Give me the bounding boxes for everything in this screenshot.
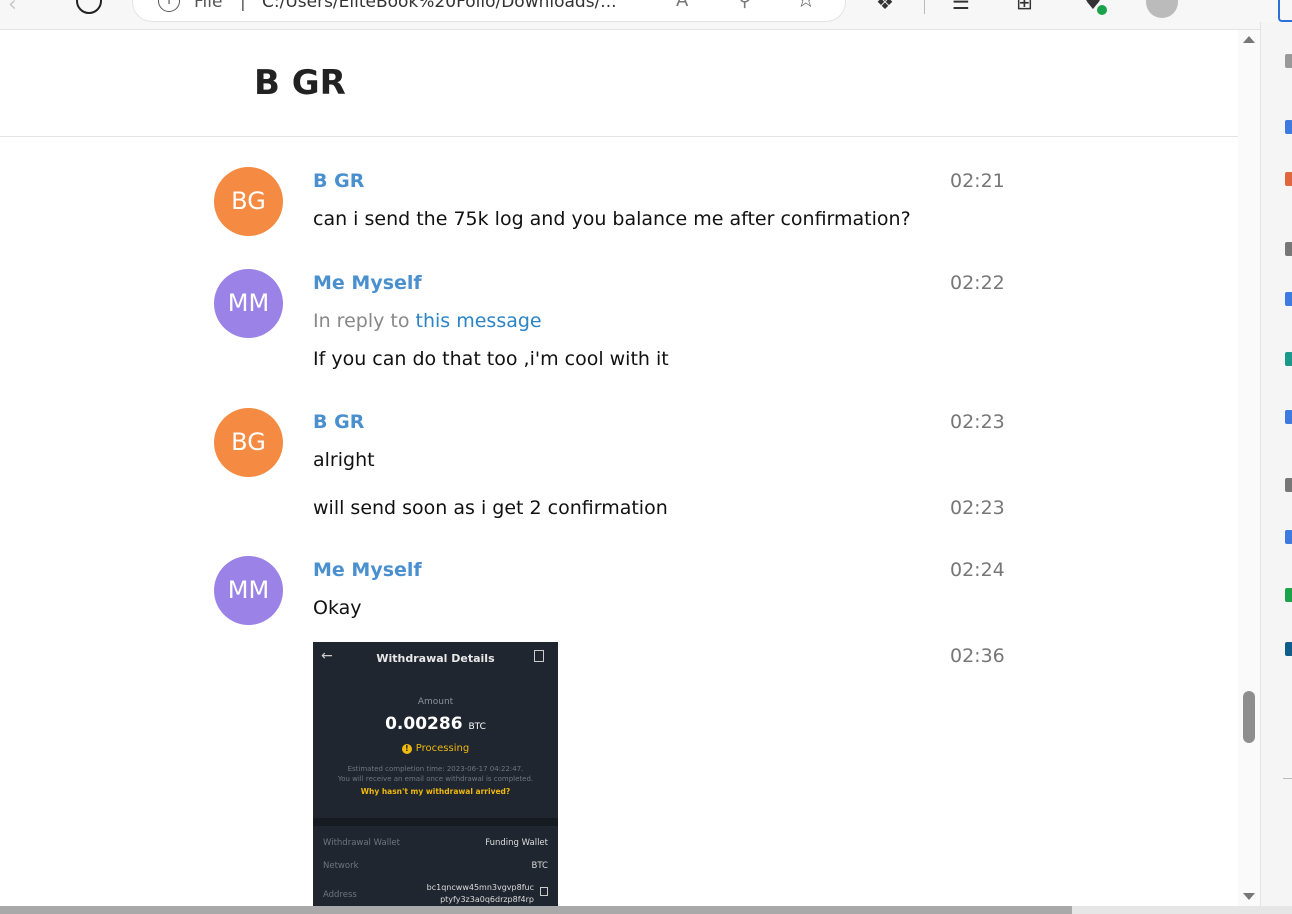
sidebar-app-icon[interactable] xyxy=(1285,410,1292,424)
message-text: If you can do that too ,i'm cool with it xyxy=(313,348,669,370)
browser-toolbar: ‹ i File | C:/Users/EliteBook%20Folio/Do… xyxy=(0,0,1292,30)
profile-icon[interactable] xyxy=(1146,0,1178,18)
section-divider xyxy=(313,818,558,826)
address-scheme-label: File xyxy=(194,0,223,12)
toolbar-divider xyxy=(924,0,925,14)
reply-reference: In reply to this message xyxy=(313,310,542,332)
scroll-thumb[interactable] xyxy=(1243,691,1255,743)
reply-prefix: In reply to xyxy=(313,310,410,332)
refresh-icon[interactable] xyxy=(76,0,102,14)
page-title: B GR xyxy=(254,63,346,103)
message-time: 02:23 xyxy=(950,411,1005,433)
alert-icon: ! xyxy=(401,744,412,754)
sidebar-app-icon[interactable] xyxy=(1285,172,1292,186)
document-icon xyxy=(534,650,544,662)
avatar: MM xyxy=(214,556,283,625)
avatar: BG xyxy=(214,167,283,236)
sidebar-divider xyxy=(1283,778,1292,779)
scroll-down-icon[interactable] xyxy=(1243,893,1255,900)
zoom-icon[interactable]: ⚲ xyxy=(738,0,751,11)
row-label: Network xyxy=(323,861,359,871)
sender-name[interactable]: Me Myself xyxy=(313,559,422,581)
read-aloud-icon[interactable]: A⁺ xyxy=(676,0,698,11)
message-text: alright xyxy=(313,449,375,471)
sidebar-app-icon[interactable] xyxy=(1285,478,1292,492)
sidebar-app-icon[interactable] xyxy=(1285,242,1292,256)
avatar: BG xyxy=(214,408,283,477)
avatar: MM xyxy=(214,269,283,338)
more-icon[interactable]: ··· xyxy=(1220,0,1244,11)
message-text: can i send the 75k log and you balance m… xyxy=(313,208,911,230)
sidebar-edge-icon xyxy=(1278,0,1292,22)
amount-label: Amount xyxy=(417,697,454,707)
message-time: 02:21 xyxy=(950,170,1005,192)
row-value: BTC xyxy=(531,861,548,871)
image-attachment[interactable]: ← Withdrawal Details Amount 0.00286 BTC … xyxy=(313,642,558,914)
collections-icon[interactable]: ⊞ xyxy=(1016,0,1033,14)
browser-sidebar xyxy=(1260,22,1292,914)
message-history: BG B GR 02:21 can i send the 75k log and… xyxy=(0,137,1238,914)
horizontal-scroll-thumb[interactable] xyxy=(0,906,1072,914)
row-label: Address xyxy=(323,890,357,900)
sender-name[interactable]: Me Myself xyxy=(313,272,422,294)
scroll-up-icon[interactable] xyxy=(1243,36,1255,43)
favorites-icon[interactable]: ☰ xyxy=(952,0,970,14)
status-text: Processing xyxy=(415,743,470,754)
vertical-scrollbar[interactable] xyxy=(1238,30,1260,906)
amount-unit: BTC xyxy=(468,722,486,732)
address-line: ptyfy3z3a0q6drzp8f4rp xyxy=(440,895,534,904)
performance-status-dot xyxy=(1097,5,1107,15)
sidebar-app-icon[interactable] xyxy=(1285,588,1292,602)
message-text: Okay xyxy=(313,597,362,619)
favorite-star-icon[interactable]: ☆ xyxy=(796,0,816,13)
extensions-icon[interactable]: ❖ xyxy=(876,0,894,14)
copy-icon xyxy=(540,887,548,896)
back-arrow-icon[interactable]: ‹ xyxy=(8,0,17,17)
row-value: Funding Wallet xyxy=(485,838,548,848)
sender-name[interactable]: B GR xyxy=(313,411,364,433)
address-separator: | xyxy=(240,0,246,12)
search-icon[interactable] xyxy=(1285,54,1292,68)
sidebar-app-icon[interactable] xyxy=(1285,120,1292,134)
address-line: bc1qncww45mn3vgvp8fuc xyxy=(426,883,534,892)
row-label: Withdrawal Wallet xyxy=(323,838,400,848)
attachment-title: Withdrawal Details xyxy=(376,652,495,665)
message-time: 02:23 xyxy=(950,497,1005,519)
message-text: will send soon as i get 2 confirmation xyxy=(313,497,668,519)
status-badge: ! Processing xyxy=(313,743,558,754)
email-note: You will receive an email once withdrawa… xyxy=(337,775,534,783)
amount-number: 0.00286 xyxy=(385,714,463,734)
help-link: Why hasn't my withdrawal arrived? xyxy=(360,787,511,796)
amount-value: 0.00286 BTC xyxy=(313,714,558,734)
completion-note: Estimated completion time: 2023-06-17 04… xyxy=(347,765,524,773)
sidebar-app-icon[interactable] xyxy=(1285,530,1292,544)
chat-header: B GR xyxy=(0,30,1238,137)
address-value: bc1qncww45mn3vgvp8fuc ptyfy3z3a0q6drzp8f… xyxy=(427,882,534,906)
sidebar-app-icon[interactable] xyxy=(1285,642,1292,656)
sidebar-app-icon[interactable] xyxy=(1285,352,1292,366)
address-url[interactable]: C:/Users/EliteBook%20Folio/Downloads/... xyxy=(262,0,617,12)
message-time: 02:24 xyxy=(950,559,1005,581)
sender-name[interactable]: B GR xyxy=(313,170,364,192)
message-time: 02:36 xyxy=(950,645,1005,667)
message-time: 02:22 xyxy=(950,272,1005,294)
reply-link[interactable]: this message xyxy=(416,310,542,332)
sidebar-app-icon[interactable] xyxy=(1285,292,1292,306)
